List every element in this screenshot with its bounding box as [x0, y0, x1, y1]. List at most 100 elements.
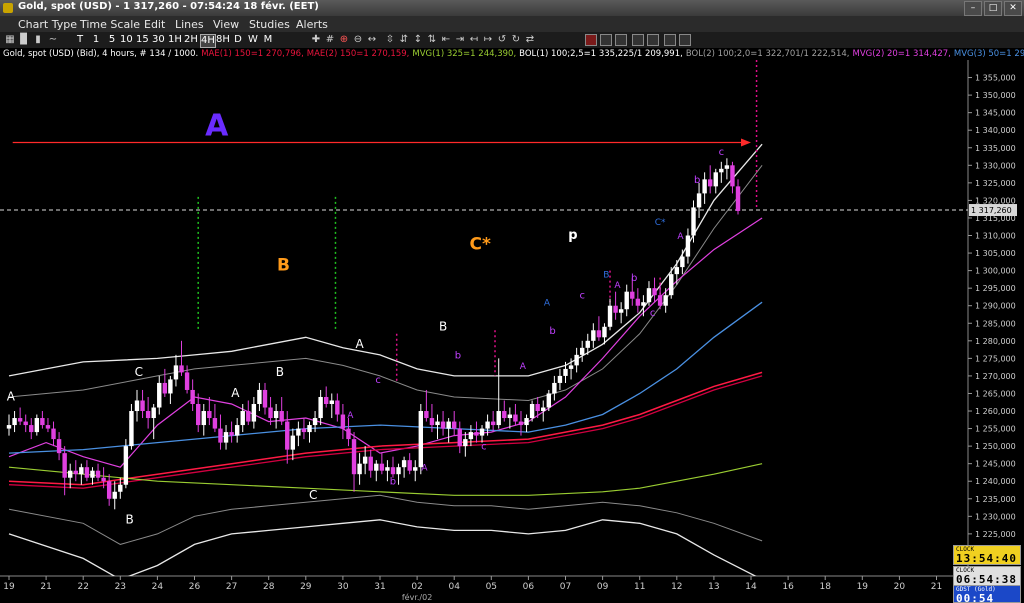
menu-alerts[interactable]: Alerts	[296, 18, 328, 31]
wave-label: b	[455, 350, 461, 361]
timeframe-15[interactable]: 15	[136, 34, 149, 46]
end-icon[interactable]: ↻	[510, 34, 522, 46]
menu-lines[interactable]: Lines	[175, 18, 204, 31]
y-tick-label: 1 335,000	[975, 144, 1016, 153]
candle-body	[424, 411, 429, 419]
wave-label: A	[421, 464, 428, 474]
wave-label: c	[375, 375, 381, 386]
y-tick-label: 1 310,000	[975, 232, 1016, 241]
timeframe-1[interactable]: 1	[90, 34, 102, 46]
candle-body	[240, 411, 245, 426]
indicator-line	[8, 519, 757, 576]
candle-body	[385, 467, 390, 471]
tool-3-icon[interactable]	[632, 34, 644, 46]
timeframe-8h[interactable]: 8H	[216, 34, 230, 46]
tool-1-icon[interactable]	[600, 34, 612, 46]
y-tick-label: 1 225,000	[975, 530, 1016, 539]
split-icon[interactable]: ⇅	[426, 34, 438, 46]
candle-body	[596, 330, 602, 338]
menu-studies[interactable]: Studies	[249, 18, 290, 31]
candle-body	[101, 477, 106, 482]
zoom-out-icon[interactable]: ⊖	[352, 34, 364, 46]
candle-body	[585, 340, 590, 348]
menu-time-scale[interactable]: Time Scale	[80, 18, 140, 31]
candle-body	[635, 298, 641, 306]
candle-body	[613, 305, 618, 313]
timeframe-10[interactable]: 10	[120, 34, 133, 46]
candle-body	[73, 470, 78, 475]
timeframe-5[interactable]: 5	[106, 34, 118, 46]
timeframe-m[interactable]: M	[262, 34, 274, 46]
menu-chart-type[interactable]: Chart Type	[18, 18, 77, 31]
timeframe-d[interactable]: D	[232, 34, 244, 46]
candle-body	[312, 418, 318, 426]
menu-edit[interactable]: Edit	[144, 18, 165, 31]
minimize-button[interactable]: –	[964, 1, 982, 16]
x-tick-label: 12	[671, 582, 682, 592]
candle-body	[207, 411, 212, 419]
menu-view[interactable]: View	[213, 18, 239, 31]
shrink-icon[interactable]: ⇵	[398, 34, 410, 46]
candle-body	[541, 407, 546, 412]
timeframe-2h[interactable]: 2H	[184, 34, 198, 46]
candle-body	[151, 407, 156, 419]
line-chart-icon[interactable]: ∼	[46, 34, 60, 46]
candle-body	[513, 414, 518, 422]
wave-label: b	[694, 175, 700, 186]
zoom-in-icon[interactable]: ⊕	[338, 34, 350, 46]
sync-icon[interactable]: ⇄	[524, 34, 536, 46]
tool-2-icon[interactable]	[615, 34, 627, 46]
x-tick-label: 29	[300, 582, 312, 592]
home-icon[interactable]: ↺	[496, 34, 508, 46]
wave-label: b	[631, 273, 637, 284]
candle-body	[324, 396, 329, 404]
crosshair-icon[interactable]: ✚	[310, 34, 322, 46]
legend-item: MVG(3) 50=1 291,159	[953, 49, 1024, 59]
timeframe-30[interactable]: 30	[152, 34, 165, 46]
candle-body	[702, 179, 707, 194]
timeframe-1h[interactable]: 1H	[168, 34, 182, 46]
candle-body	[296, 428, 301, 436]
pan-left-icon[interactable]: ⇤	[440, 34, 452, 46]
clock-utc: CLOCK 06:54:38	[953, 566, 1021, 586]
candle-body	[179, 365, 184, 373]
tool-4-icon[interactable]	[647, 34, 659, 46]
close-button[interactable]: ✕	[1004, 1, 1022, 16]
tool-5-icon[interactable]	[664, 34, 676, 46]
x-month-label: févr./02	[402, 592, 432, 602]
pan-right-icon[interactable]: ⇥	[454, 34, 466, 46]
step-forward-icon[interactable]: ↦	[482, 34, 494, 46]
menu-bar: Chart Type Time Scale Edit Lines View St…	[0, 16, 1024, 33]
candle-icon[interactable]: ▮	[32, 34, 44, 46]
tool-6-icon[interactable]	[679, 34, 691, 46]
maximize-button[interactable]: □	[984, 1, 1002, 16]
wave-label: C	[135, 365, 143, 379]
wave-label: A	[355, 337, 364, 351]
candle-body	[457, 428, 462, 447]
bar-chart-icon[interactable]: ▉	[18, 34, 30, 46]
timeframe-4h[interactable]: 4H	[200, 34, 216, 48]
candle-body	[735, 186, 741, 211]
scroll-icon[interactable]: ↔	[366, 34, 378, 46]
candle-body	[557, 375, 563, 383]
timeframe-w[interactable]: W	[247, 34, 259, 46]
timeframe-t[interactable]: T	[74, 34, 86, 46]
hash-grid-icon[interactable]: #	[324, 34, 336, 46]
grid-icon[interactable]: ▦	[4, 34, 16, 46]
x-tick-label: 22	[77, 582, 88, 592]
candle-body	[407, 460, 412, 471]
x-tick-label: 06	[523, 582, 535, 592]
indicator-legend: Gold, spot (USD) (Bid), 4 hours, # 134 /…	[3, 49, 1024, 59]
candle-body	[201, 411, 206, 426]
toolbar: ▦ ▉ ▮ ∼ T 1 5 10 15 30 1H 2H 4H 8H D W M ✚ # ⊕ ⊖ ↔ ⇳…	[0, 32, 1024, 48]
alert-icon[interactable]	[585, 34, 597, 46]
y-tick-label: 1 340,000	[975, 126, 1016, 135]
step-back-icon[interactable]: ↤	[468, 34, 480, 46]
candle-body	[329, 400, 334, 404]
candle-body	[51, 428, 56, 440]
x-tick-label: 05	[486, 582, 497, 592]
expand-icon[interactable]: ⇳	[384, 34, 396, 46]
fit-icon[interactable]: ↕	[412, 34, 424, 46]
x-tick-label: 20	[894, 582, 906, 592]
price-chart[interactable]: 1 215,0001 220,0001 225,0001 230,0001 23…	[0, 60, 1024, 602]
